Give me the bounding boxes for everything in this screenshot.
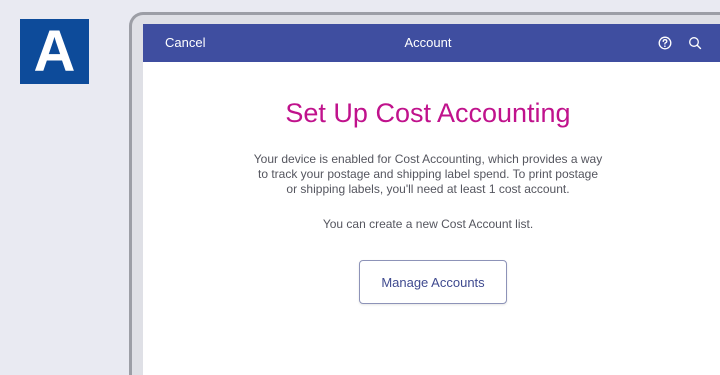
step-badge: A: [20, 19, 89, 84]
page-title: Set Up Cost Accounting: [285, 98, 571, 128]
header-title: Account: [404, 35, 452, 50]
manage-accounts-button[interactable]: Manage Accounts: [359, 260, 507, 304]
search-icon[interactable]: [688, 36, 702, 50]
app-header: Cancel Account: [143, 24, 720, 62]
create-note: You can create a new Cost Account list.: [322, 217, 534, 231]
device-frame: Cancel Account Set Up Cost Accounting Yo…: [129, 12, 720, 375]
device-screen: Cancel Account Set Up Cost Accounting Yo…: [143, 24, 720, 375]
help-icon[interactable]: [658, 36, 672, 50]
description-text: Your device is enabled for Cost Accounti…: [253, 152, 603, 196]
